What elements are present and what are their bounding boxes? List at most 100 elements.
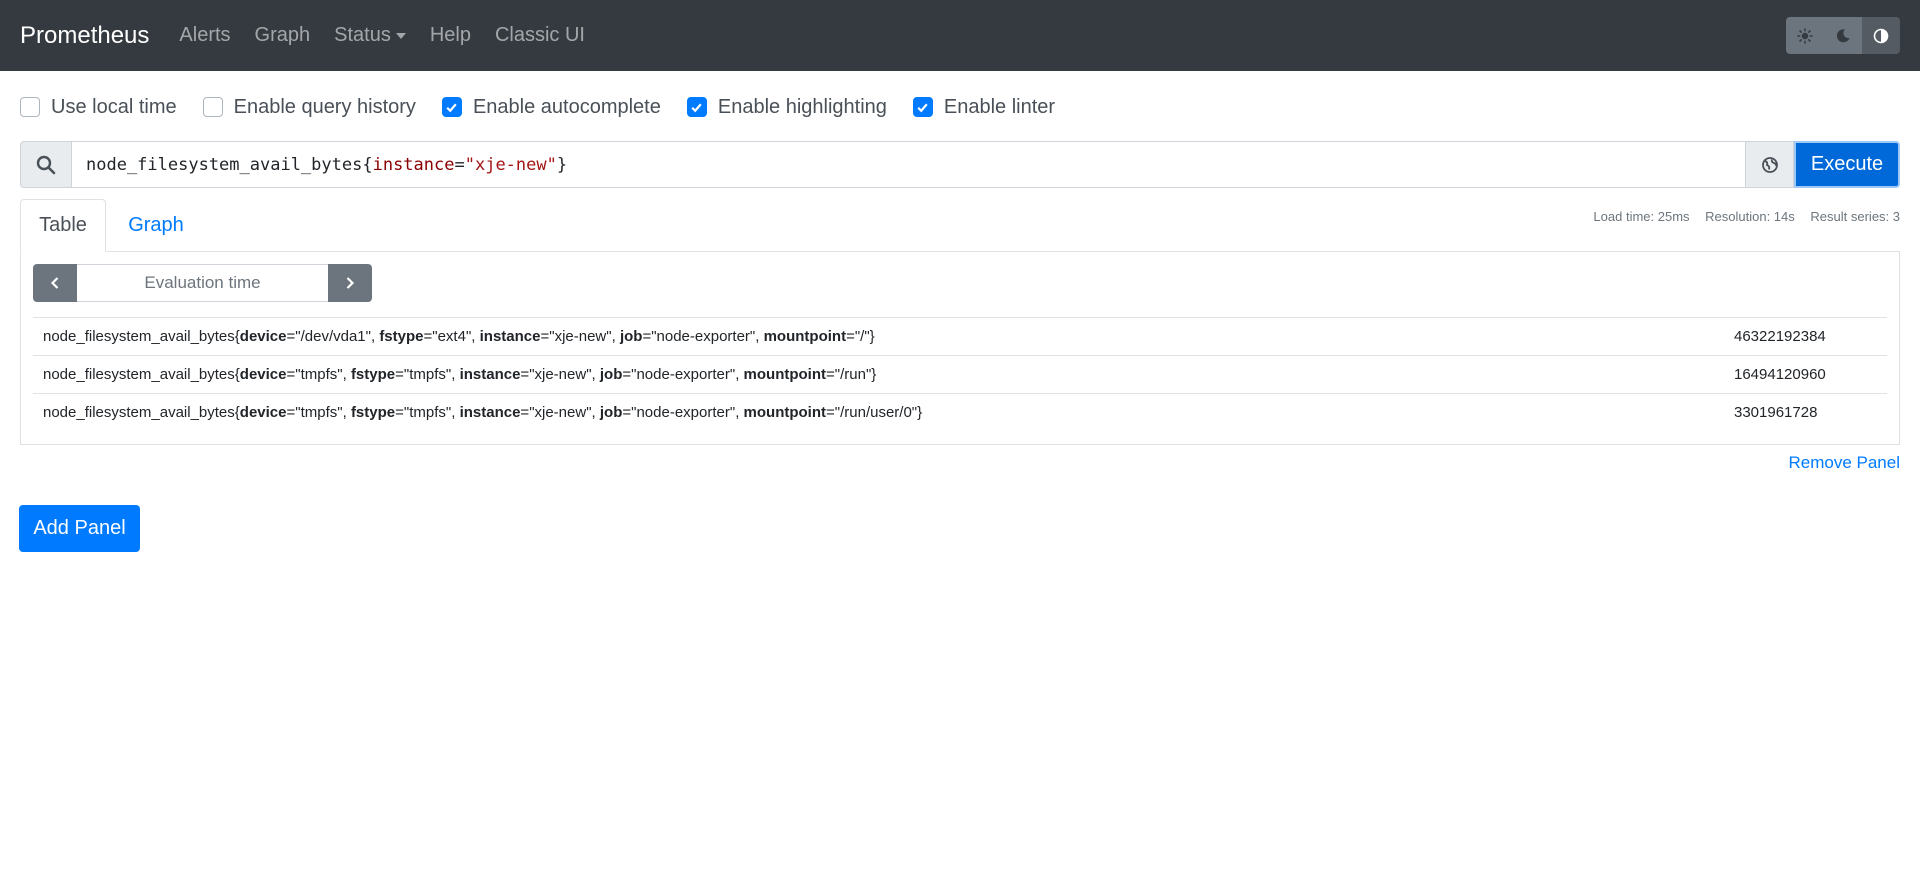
use-local-time-checkbox[interactable] — [20, 97, 40, 117]
label-value: "xje-new" — [529, 404, 592, 421]
remove-panel-link[interactable]: Remove Panel — [1788, 453, 1900, 473]
enable-linter-label: Enable linter — [943, 95, 1056, 118]
label-name: job — [619, 328, 643, 345]
resolution-stat: Resolution: 14s — [1705, 209, 1795, 224]
theme-toggle-group — [1786, 17, 1900, 54]
series-name: node_filesystem_avail_bytes{device="tmpf… — [43, 404, 923, 421]
enable-query-history-label: Enable query history — [233, 95, 416, 118]
series-value: 16494120960 — [1734, 366, 1826, 383]
nav-classic-ui[interactable]: Classic UI — [495, 24, 585, 47]
nav-status-dropdown[interactable]: Status — [334, 24, 406, 47]
label-value: "/dev/vda1" — [295, 328, 371, 345]
label-name: mountpoint — [763, 328, 847, 345]
eval-time-forward-button[interactable] — [328, 264, 372, 302]
use-local-time-label: Use local time — [51, 95, 177, 118]
result-series-stat: Result series: 3 — [1810, 209, 1900, 224]
series-metric: node_filesystem_avail_bytes — [43, 404, 235, 421]
enable-highlighting-checkbox[interactable] — [686, 97, 707, 117]
enable-linter-option[interactable]: Enable linter — [912, 95, 1056, 119]
label-name: mountpoint — [743, 366, 827, 383]
moon-icon — [1836, 28, 1850, 42]
brand-logo[interactable]: Prometheus — [20, 22, 149, 50]
tab-graph[interactable]: Graph — [108, 199, 204, 252]
add-panel-button[interactable]: Add Panel — [19, 505, 140, 552]
metrics-explorer-button[interactable] — [1746, 141, 1794, 188]
series-value: 3301961728 — [1734, 404, 1818, 421]
enable-highlighting-option[interactable]: Enable highlighting — [686, 95, 887, 119]
execute-button[interactable]: Execute — [1794, 141, 1900, 188]
query-open-brace: { — [362, 154, 373, 175]
checkmark-icon — [917, 103, 929, 112]
evaluation-time-control: Evaluation time — [33, 264, 1899, 302]
enable-linter-checkbox[interactable] — [912, 97, 933, 117]
checkmark-icon — [691, 103, 703, 112]
label-name: fstype — [350, 366, 396, 383]
query-label-name: instance — [372, 154, 455, 175]
label-name: device — [239, 404, 287, 421]
label-name: device — [239, 328, 287, 345]
enable-autocomplete-label: Enable autocomplete — [472, 95, 661, 118]
panel-tabs: Table Graph Load time: 25ms Resolution: … — [20, 199, 1900, 252]
use-local-time-option[interactable]: Use local time — [20, 96, 177, 119]
label-value: "tmpfs" — [403, 404, 452, 421]
label-name: job — [599, 404, 623, 421]
label-value: "/run" — [834, 366, 872, 383]
sun-icon — [1797, 27, 1813, 44]
top-navbar: Prometheus Alerts Graph Status Help Clas… — [0, 0, 1920, 71]
chevron-left-icon — [50, 277, 59, 289]
series-name: node_filesystem_avail_bytes{device="tmpf… — [43, 366, 877, 383]
enable-highlighting-label: Enable highlighting — [717, 95, 887, 118]
series-name: node_filesystem_avail_bytes{device="/dev… — [43, 328, 875, 345]
nav-graph[interactable]: Graph — [255, 24, 311, 47]
theme-dark-button[interactable] — [1824, 17, 1862, 54]
enable-query-history-option[interactable]: Enable query history — [202, 95, 416, 119]
series-metric: node_filesystem_avail_bytes — [43, 328, 235, 345]
label-name: fstype — [379, 328, 424, 345]
label-value: "node-exporter" — [631, 366, 736, 383]
table-row: node_filesystem_avail_bytes{device="tmpf… — [33, 393, 1887, 431]
tab-table[interactable]: Table — [20, 199, 106, 252]
results-table: node_filesystem_avail_bytes{device="/dev… — [33, 317, 1887, 431]
chevron-down-icon — [395, 32, 406, 39]
enable-query-history-checkbox[interactable] — [202, 97, 223, 117]
nav-status-label: Status — [334, 24, 391, 46]
theme-light-button[interactable] — [1786, 17, 1824, 54]
label-value: "ext4" — [432, 328, 472, 345]
series-metric: node_filesystem_avail_bytes — [43, 366, 235, 383]
label-value: "tmpfs" — [295, 404, 343, 421]
expression-bar: node_filesystem_avail_bytes{instance = "xj… — [20, 141, 1900, 188]
query-equals: = — [454, 154, 465, 175]
table-row: node_filesystem_avail_bytes{device="tmpf… — [33, 355, 1887, 393]
label-value: "/run/user/0" — [834, 404, 918, 421]
label-value: "node-exporter" — [651, 328, 756, 345]
label-name: job — [599, 366, 623, 383]
label-value: "tmpfs" — [295, 366, 343, 383]
eval-time-back-button[interactable] — [33, 264, 77, 302]
label-value: "node-exporter" — [631, 404, 736, 421]
label-name: device — [239, 366, 287, 383]
theme-auto-button[interactable] — [1862, 17, 1900, 54]
table-panel: Evaluation time node_filesystem_avail_by… — [20, 251, 1900, 445]
contrast-icon — [1873, 28, 1889, 43]
globe-icon — [1761, 156, 1778, 173]
enable-autocomplete-option[interactable]: Enable autocomplete — [441, 95, 661, 119]
nav-alerts[interactable]: Alerts — [179, 24, 230, 47]
chevron-right-icon — [346, 277, 355, 289]
load-time-stat: Load time: 25ms — [1593, 209, 1690, 224]
expression-input[interactable]: node_filesystem_avail_bytes{instance = "xj… — [72, 141, 1746, 188]
label-value: "xje-new" — [529, 366, 592, 383]
label-name: mountpoint — [743, 404, 827, 421]
nav-help[interactable]: Help — [430, 24, 471, 47]
query-close-brace: } — [556, 154, 568, 175]
series-value: 46322192384 — [1734, 328, 1826, 345]
label-name: instance — [459, 404, 521, 421]
label-name: fstype — [350, 404, 396, 421]
evaluation-time-input[interactable]: Evaluation time — [77, 264, 328, 302]
label-value: "tmpfs" — [403, 366, 452, 383]
label-name: instance — [459, 366, 521, 383]
query-metric: node_filesystem_avail_bytes — [86, 154, 363, 175]
enable-autocomplete-checkbox[interactable] — [441, 97, 462, 117]
checkmark-icon — [446, 103, 458, 112]
table-row: node_filesystem_avail_bytes{device="/dev… — [33, 317, 1887, 355]
label-value: "xje-new" — [549, 328, 612, 345]
